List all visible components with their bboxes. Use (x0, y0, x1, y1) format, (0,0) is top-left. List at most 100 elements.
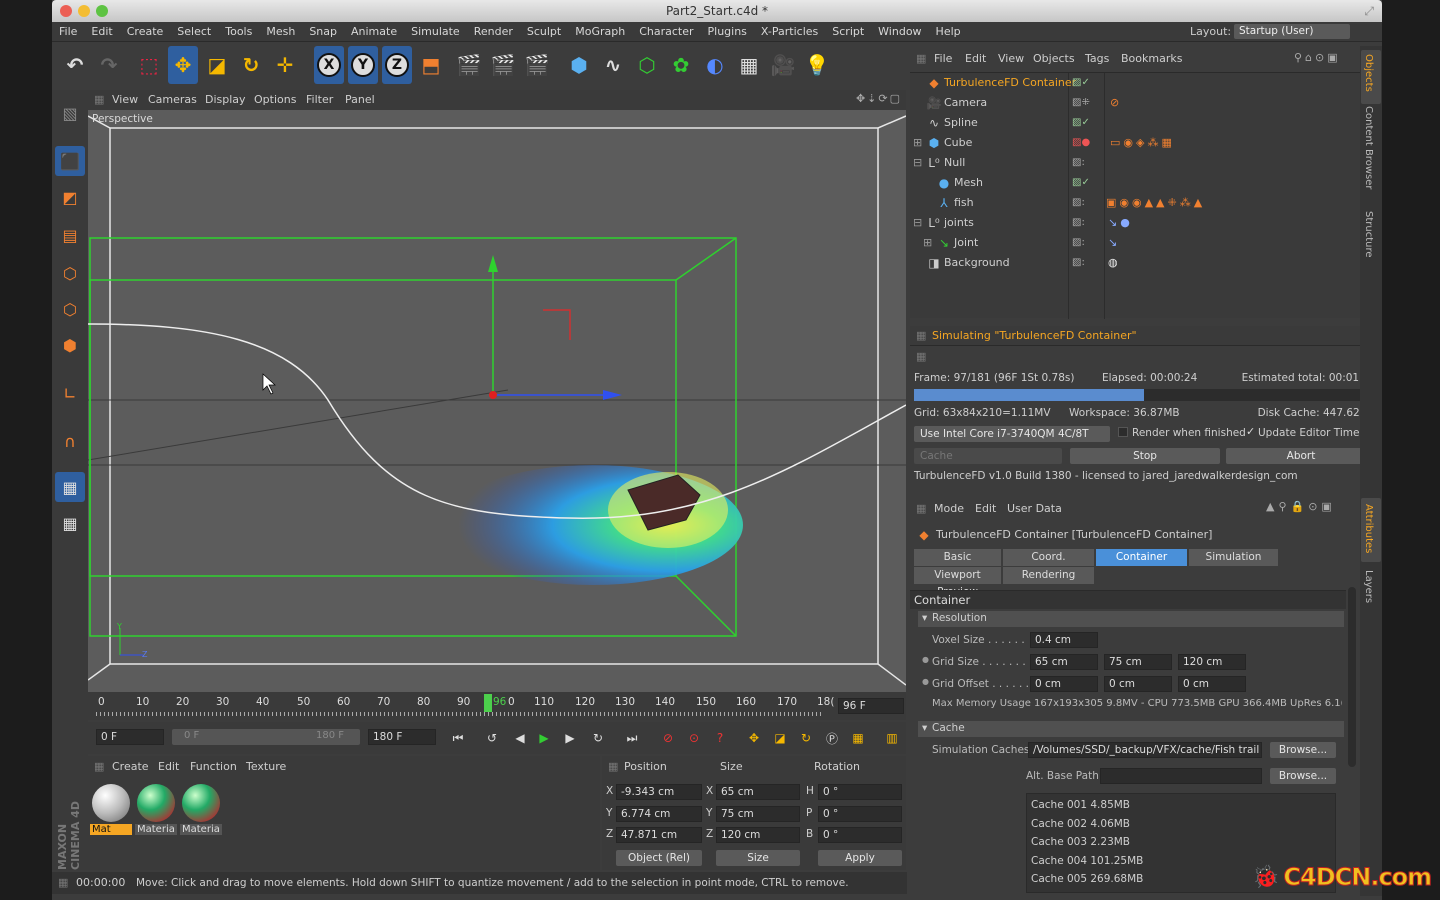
material-menu-edit[interactable]: Edit (158, 760, 179, 773)
workplane-mode-icon[interactable]: ▤ (55, 220, 85, 250)
visibility-toggle-icon[interactable]: ▨: (1072, 253, 1085, 273)
viewport-menu-panel[interactable]: Panel (345, 93, 375, 106)
rotation-p-field[interactable]: 0 ° (818, 806, 902, 822)
render-picture-viewer-icon[interactable]: 🎬 (488, 46, 518, 84)
collapse-icon[interactable]: ⊟ (913, 213, 922, 233)
layout-select[interactable]: Startup (User) (1234, 24, 1350, 39)
model-mode-icon[interactable]: ⬛ (55, 146, 85, 176)
material-menu-texture[interactable]: Texture (246, 760, 286, 773)
render-view-icon[interactable]: 🎬 (454, 46, 484, 84)
workplane-lock-icon[interactable]: ▦ (55, 472, 85, 502)
attr-nav-icons[interactable]: ▲⚲🔒⊙▣ (1266, 500, 1336, 513)
spline-icon[interactable]: ∿ (598, 46, 628, 84)
make-editable-icon[interactable]: ▧ (55, 98, 85, 128)
timeline-ruler[interactable]: 0 10 20 30 40 50 60 70 80 90 96 0 110 12… (88, 692, 906, 720)
material-swatch[interactable]: Mat (90, 782, 132, 842)
visibility-toggle-icon[interactable]: ▨✓ (1072, 113, 1090, 133)
key-parameter-icon[interactable]: Ⓟ (824, 730, 840, 746)
move-tool-icon[interactable]: ✥ (168, 46, 198, 84)
grid-offset-x-field[interactable]: 0 cm (1030, 676, 1098, 692)
material-menu-function[interactable]: Function (190, 760, 237, 773)
nurbs-icon[interactable]: ⬡ (632, 46, 662, 84)
abort-button[interactable]: Abort (1226, 448, 1376, 464)
size-mode-select[interactable]: Size (716, 850, 800, 866)
material-swatch[interactable]: Materia (180, 782, 222, 842)
menu-animate[interactable]: Animate (344, 22, 404, 42)
tab-basic[interactable]: Basic (914, 549, 1002, 566)
tab-viewport-preview[interactable]: Viewport Preview (914, 567, 1002, 598)
keyframe-dot-icon[interactable]: ● (922, 677, 929, 686)
menu-character[interactable]: Character (632, 22, 700, 42)
light-icon[interactable]: 💡 (802, 46, 832, 84)
cache-item[interactable]: Cache 004 101.25MB (1031, 852, 1143, 871)
object-row[interactable]: ◆ TurbulenceFD Container ▨✓ (910, 73, 1360, 93)
grid-offset-z-field[interactable]: 0 cm (1178, 676, 1246, 692)
menu-snap[interactable]: Snap (302, 22, 344, 42)
object-row[interactable]: ◨ Background ▨: ◍ (910, 253, 1360, 273)
z-axis-lock-icon[interactable]: Z (382, 46, 412, 84)
expand-icon[interactable]: ⊞ (923, 233, 932, 253)
apply-button[interactable]: Apply (818, 850, 902, 866)
visibility-toggle-icon[interactable]: ▨✓ (1072, 73, 1090, 93)
range-slider[interactable]: 0 F 180 F (172, 729, 360, 745)
minimize-window-button[interactable] (78, 5, 90, 17)
visibility-toggle-icon[interactable]: ▨: (1072, 233, 1085, 253)
menu-file[interactable]: File (52, 22, 84, 42)
autokey-icon[interactable]: ⊙ (686, 730, 702, 746)
tab-rendering[interactable]: Rendering (1003, 567, 1095, 584)
cache-button[interactable]: Cache (914, 448, 1062, 464)
render-settings-icon[interactable]: 🎬 (522, 46, 552, 84)
visibility-toggle-icon[interactable]: ▨⁜ (1072, 93, 1090, 113)
viewport-nav-icons[interactable]: ✥⇣⟳▢ (856, 92, 902, 105)
fish-tags-icon[interactable]: ▣◉◉▲▲⁜⁂▲ (1106, 193, 1205, 213)
resolution-group[interactable]: ▾ Resolution (918, 611, 1344, 627)
previous-frame-icon[interactable]: ◀ (512, 730, 528, 746)
go-to-start-icon[interactable]: ⏮ (450, 730, 466, 746)
joint-tag-icon[interactable]: ↘ (1108, 233, 1117, 253)
key-pla-icon[interactable]: ▦ (850, 730, 866, 746)
points-mode-icon[interactable]: ⬡ (55, 258, 85, 288)
end-frame-field[interactable]: 180 F (368, 729, 436, 745)
go-to-end-icon[interactable]: ⏭ (624, 730, 640, 746)
menu-simulate[interactable]: Simulate (404, 22, 467, 42)
rotate-tool-icon[interactable]: ↻ (236, 46, 266, 84)
start-frame-field[interactable]: 0 F (96, 729, 164, 745)
viewport-menu-filter[interactable]: Filter (306, 93, 333, 106)
side-tab-objects[interactable]: Objects (1363, 54, 1374, 92)
menu-plugins[interactable]: Plugins (701, 22, 754, 42)
size-y-field[interactable]: 75 cm (716, 806, 800, 822)
previous-key-icon[interactable]: ↺ (484, 730, 500, 746)
update-editor-checkbox[interactable]: ✓ (1246, 425, 1255, 438)
keyframe-selection-icon[interactable]: ? (712, 730, 728, 746)
cube-tags-icon[interactable]: ▭◉◈⁂▦ (1110, 133, 1175, 153)
key-rotation-icon[interactable]: ↻ (798, 730, 814, 746)
cache-group[interactable]: ▾ Cache (918, 721, 1344, 737)
side-tab-layers[interactable]: Layers (1363, 570, 1374, 603)
joints-tags-icon[interactable]: ↘● (1108, 213, 1133, 233)
device-select[interactable]: Use Intel Core i7-3740QM 4C/8T (914, 426, 1110, 442)
collapse-icon[interactable]: ⊟ (913, 153, 922, 173)
y-axis-lock-icon[interactable]: Y (348, 46, 378, 84)
key-position-icon[interactable]: ✥ (746, 730, 762, 746)
menu-script[interactable]: Script (825, 22, 871, 42)
next-frame-icon[interactable]: ▶ (562, 730, 578, 746)
side-tab-structure[interactable]: Structure (1363, 211, 1374, 258)
menu-tools[interactable]: Tools (218, 22, 259, 42)
position-x-field[interactable]: -9.343 cm (616, 784, 702, 800)
playhead[interactable] (484, 694, 492, 712)
scale-tool-icon[interactable]: ◪ (202, 46, 232, 84)
tab-coord[interactable]: Coord. (1003, 549, 1095, 566)
object-row[interactable]: ● Mesh ▨✓ (910, 173, 1360, 193)
cube-object-icon[interactable]: ⬢ (564, 46, 594, 84)
size-x-field[interactable]: 65 cm (716, 784, 800, 800)
menu-select[interactable]: Select (170, 22, 218, 42)
position-z-field[interactable]: 47.871 cm (616, 827, 702, 843)
object-row[interactable]: ⊞ ⬢ Cube ▨● ▭◉◈⁂▦ (910, 133, 1360, 153)
key-scale-icon[interactable]: ◪ (772, 730, 788, 746)
viewport-menu-display[interactable]: Display (205, 93, 246, 106)
viewport-menu-view[interactable]: View (112, 93, 138, 106)
position-y-field[interactable]: 6.774 cm (616, 806, 702, 822)
render-when-finished-checkbox[interactable] (1118, 427, 1128, 437)
polygons-mode-icon[interactable]: ⬢ (55, 330, 85, 360)
object-row[interactable]: ⊟ L⁰ Null ▨: (910, 153, 1360, 173)
